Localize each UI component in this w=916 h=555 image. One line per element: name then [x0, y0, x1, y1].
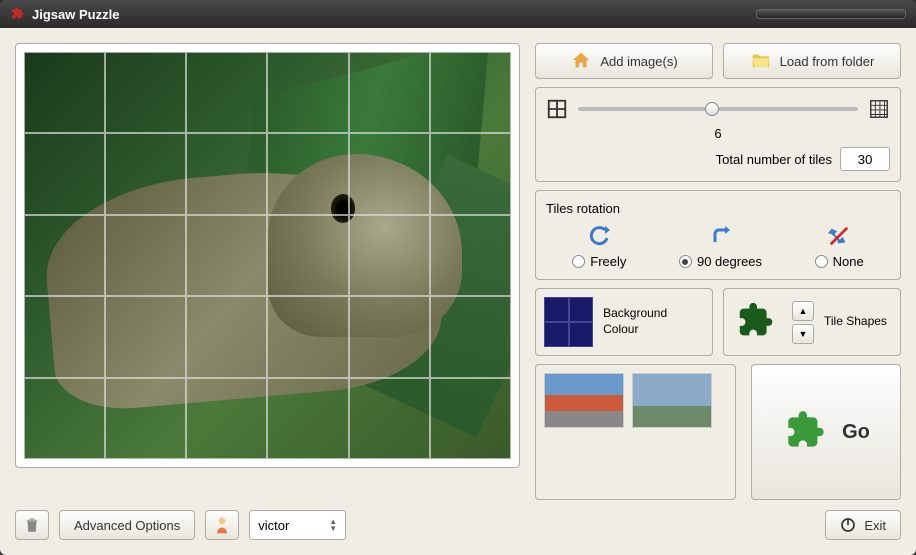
image-thumbnails-panel: [535, 364, 736, 500]
puzzle-go-icon: [782, 407, 832, 457]
bg-colour-swatch: [544, 297, 593, 347]
total-tiles-label: Total number of tiles: [716, 152, 832, 167]
trash-icon: [23, 516, 41, 534]
shape-up-button[interactable]: ▲: [792, 301, 814, 321]
rotation-90-radio[interactable]: 90 degrees: [679, 254, 762, 269]
grid-large-icon: [868, 98, 890, 120]
select-arrows-icon: ▲▼: [329, 518, 337, 532]
tile-count-panel: 6 Total number of tiles: [535, 87, 901, 182]
rotate-free-icon: [587, 224, 611, 248]
go-button[interactable]: Go: [751, 364, 901, 500]
app-icon: [10, 6, 26, 22]
rotation-title: Tiles rotation: [546, 201, 890, 216]
rotate-none-icon: [827, 224, 851, 248]
home-icon: [570, 50, 592, 72]
power-icon: [840, 517, 856, 533]
window-title: Jigsaw Puzzle: [32, 7, 119, 22]
rotation-none-radio[interactable]: None: [815, 254, 864, 269]
exit-button[interactable]: Exit: [825, 510, 901, 540]
user-select[interactable]: victor ▲▼: [249, 510, 346, 540]
user-icon-button[interactable]: [205, 510, 239, 540]
load-folder-button[interactable]: Load from folder: [723, 43, 901, 79]
folder-icon: [750, 50, 772, 72]
shape-down-button[interactable]: ▼: [792, 324, 814, 344]
tile-shapes-control: ▲ ▼ Tile Shapes: [723, 288, 901, 356]
window-controls[interactable]: [756, 9, 906, 19]
tile-columns-slider[interactable]: [578, 107, 858, 111]
add-images-button[interactable]: Add image(s): [535, 43, 713, 79]
tile-grid-overlay: [24, 52, 511, 459]
rotate-90-icon: [709, 224, 733, 248]
slider-value: 6: [546, 126, 890, 141]
background-colour-button[interactable]: Background Colour: [535, 288, 713, 356]
person-icon: [212, 515, 232, 535]
titlebar[interactable]: Jigsaw Puzzle: [0, 0, 916, 28]
image-preview-panel: [15, 43, 520, 468]
total-tiles-input[interactable]: [840, 147, 890, 171]
rotation-freely-radio[interactable]: Freely: [572, 254, 626, 269]
trash-button[interactable]: [15, 510, 49, 540]
advanced-options-button[interactable]: Advanced Options: [59, 510, 195, 540]
rotation-panel: Tiles rotation Freely: [535, 190, 901, 280]
thumbnail-1[interactable]: [544, 373, 624, 428]
thumbnail-2[interactable]: [632, 373, 712, 428]
grid-small-icon: [546, 98, 568, 120]
tile-shape-icon: [732, 297, 782, 347]
